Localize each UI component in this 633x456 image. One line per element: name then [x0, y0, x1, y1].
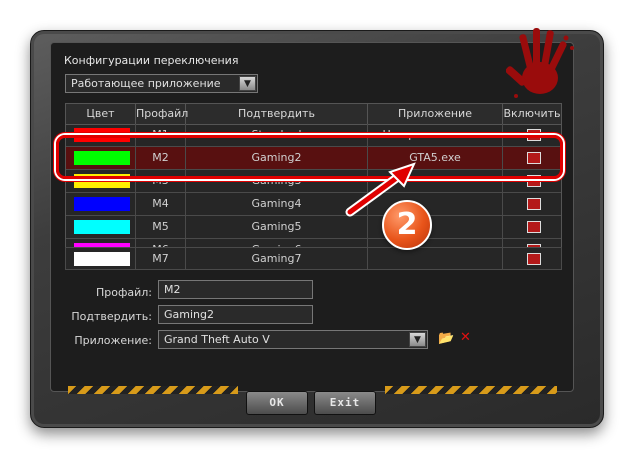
mode-dropdown[interactable]: Работающее приложение ▼ [65, 74, 258, 93]
enable-hand-icon[interactable] [527, 253, 541, 265]
color-swatch[interactable] [74, 220, 130, 234]
confirm-cell: Gaming7 [186, 248, 368, 270]
application-cell [368, 248, 503, 270]
open-folder-icon[interactable]: 📂 [438, 331, 454, 346]
header-application: Приложение [368, 104, 503, 124]
profile-label: Профайл: [95, 286, 152, 299]
profile-cell: M7 [136, 248, 186, 270]
profile-table: Цвет Профайл Подтвердить Приложение Вклю… [65, 103, 562, 269]
mode-dropdown-value: Работающее приложение [71, 77, 221, 90]
header-color: Цвет [66, 104, 136, 124]
header-profile: Профайл [136, 104, 188, 124]
annotation-highlight-box [56, 135, 563, 179]
chevron-down-icon[interactable]: ▼ [409, 332, 426, 347]
confirm-field[interactable]: Gaming2 [158, 305, 313, 324]
table-row[interactable]: M5 Gaming5 [66, 216, 561, 239]
application-dropdown-value: Grand Theft Auto V [164, 333, 270, 346]
annotation-step-badge: 2 [382, 200, 432, 250]
enable-hand-icon[interactable] [527, 221, 541, 233]
table-row[interactable]: M7 Gaming7 [65, 247, 562, 270]
profile-field[interactable]: M2 [158, 280, 313, 299]
application-label: Приложение: [74, 334, 152, 347]
delete-x-icon[interactable]: ✕ [460, 330, 471, 345]
header-confirm: Подтвердить [186, 104, 368, 124]
chevron-down-icon[interactable]: ▼ [239, 76, 256, 91]
hazard-stripe-right [385, 386, 557, 394]
exit-button[interactable]: Exit [314, 391, 376, 415]
table-header: Цвет Профайл Подтвердить Приложение Вклю… [66, 104, 561, 125]
header-enable: Включить [503, 107, 561, 120]
profile-cell: M5 [136, 216, 186, 238]
confirm-label: Подтвердить: [71, 310, 152, 323]
hazard-stripe-left [68, 386, 238, 394]
table-row[interactable]: M4 Gaming4 [66, 193, 561, 216]
section-title: Конфигурации переключения [64, 54, 239, 67]
color-swatch[interactable] [74, 252, 130, 266]
profile-cell: M4 [136, 193, 186, 215]
bloody-hand-logo-icon [506, 28, 574, 98]
color-swatch[interactable] [74, 197, 130, 211]
enable-hand-icon[interactable] [527, 198, 541, 210]
application-dropdown[interactable]: Grand Theft Auto V ▼ [158, 330, 428, 349]
ok-button[interactable]: OK [246, 391, 308, 415]
